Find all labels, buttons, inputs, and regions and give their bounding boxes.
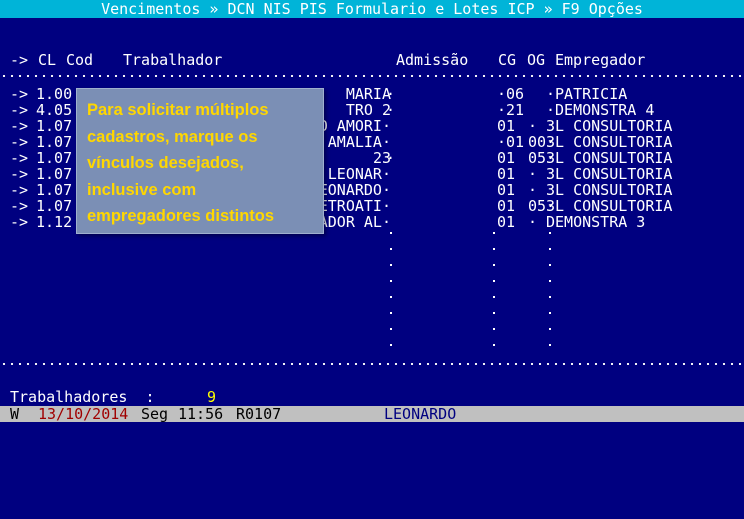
row-trabalhador: EONARDO· [318, 181, 391, 199]
row-trabalhador: ETROATI· [318, 197, 391, 215]
status-weekday: Seg [141, 405, 169, 423]
header-cod: Cod [66, 51, 94, 69]
separator-dot [493, 248, 495, 250]
row-arrow: -> [10, 101, 29, 119]
row-admissao: · [386, 101, 396, 119]
row-trabalhador: ADOR AL· [318, 213, 391, 231]
separator-dot [390, 312, 392, 314]
separator-dot [493, 264, 495, 266]
row-og: · [528, 181, 538, 199]
row-cg: 01 [497, 149, 516, 167]
row-arrow: -> [10, 197, 29, 215]
status-user: LEONARDO [384, 405, 457, 423]
row-arrow: -> [10, 165, 29, 183]
row-og: · [528, 213, 538, 231]
row-cg: 01 [497, 197, 516, 215]
row-cod: 1.07 [36, 133, 73, 151]
header-admissao: Admissão [396, 51, 469, 69]
status-bar: W 13/10/2014 Seg 11:56 R0107 LEONARDO [0, 406, 744, 422]
window-title: Vencimentos » DCN NIS PIS Formulario e L… [0, 0, 744, 18]
separator-dot [390, 232, 392, 234]
row-empregador: 3L CONSULTORIA [546, 133, 673, 151]
header-divider [0, 75, 744, 77]
row-empregador: ·DEMONSTRA 4 [546, 101, 655, 119]
row-arrow: -> [10, 149, 29, 167]
separator-dot [549, 344, 551, 346]
workers-count-value: 9 [207, 388, 217, 406]
row-cg: ·21 [497, 101, 525, 119]
separator-dot [549, 328, 551, 330]
row-arrow: -> [10, 85, 29, 103]
row-trabalhador: TRO 2 [345, 101, 391, 119]
row-admissao: · [386, 85, 396, 103]
row-cod: 4.05 [36, 101, 73, 119]
row-cod: 1.07 [36, 149, 73, 167]
row-arrow: -> [10, 117, 29, 135]
header-cg: CG [498, 51, 517, 69]
header-trabalhador: Trabalhador [123, 51, 223, 69]
separator-dot [549, 280, 551, 282]
separator-dot [493, 312, 495, 314]
row-empregador: DEMONSTRA 3 [546, 213, 646, 231]
status-code: R0107 [236, 405, 282, 423]
header-empregador: Empregador [555, 51, 646, 69]
row-cg: ·01 [497, 133, 525, 151]
row-cg: 01 [497, 213, 516, 231]
separator-dot [390, 264, 392, 266]
separator-dot [549, 264, 551, 266]
row-cod: 1.07 [36, 181, 73, 199]
row-cod: 1.07 [36, 117, 73, 135]
separator-dot [493, 344, 495, 346]
row-trabalhador: LEONAR· [327, 165, 391, 183]
row-empregador: 3L CONSULTORIA [546, 117, 673, 135]
row-empregador: 3L CONSULTORIA [546, 197, 673, 215]
separator-dot [493, 296, 495, 298]
separator-dot [390, 328, 392, 330]
row-cg: 01 [497, 181, 516, 199]
row-cod: 1.12 [36, 213, 73, 231]
separator-dot [390, 296, 392, 298]
row-trabalhador: O AMORI· [318, 117, 391, 135]
separator-dot [390, 280, 392, 282]
row-cod: 1.07 [36, 165, 73, 183]
row-cg: ·06 [497, 85, 525, 103]
separator-dot [549, 296, 551, 298]
separator-dot [549, 232, 551, 234]
row-og: · [528, 117, 538, 135]
row-arrow: -> [10, 213, 29, 231]
row-og: · [528, 165, 538, 183]
list-bottom-divider [0, 363, 744, 365]
separator-dot [493, 328, 495, 330]
row-trabalhador: AMALIA· [327, 133, 391, 151]
row-cg: 01 [497, 117, 516, 135]
help-tooltip: Para solicitar múltiplos cadastros, marq… [76, 88, 324, 234]
row-arrow: -> [10, 181, 29, 199]
row-empregador: 3L CONSULTORIA [546, 181, 673, 199]
header-og: OG [527, 51, 546, 69]
separator-dot [493, 232, 495, 234]
separator-dot [549, 312, 551, 314]
row-arrow: -> [10, 133, 29, 151]
separator-dot [493, 280, 495, 282]
row-cod: 1.00 [36, 85, 73, 103]
row-cod: 1.07 [36, 197, 73, 215]
row-empregador: 3L CONSULTORIA [546, 165, 673, 183]
separator-dot [549, 248, 551, 250]
status-mode: W [10, 405, 20, 423]
workers-count-label: Trabalhadores : [10, 388, 155, 406]
header-cl: CL [38, 51, 57, 69]
status-date: 13/10/2014 [38, 405, 129, 423]
header-arrow: -> [10, 51, 29, 69]
row-cg: 01 [497, 165, 516, 183]
status-time: 11:56 [178, 405, 224, 423]
row-empregador: 3L CONSULTORIA [546, 149, 673, 167]
row-trabalhador: MARIA [345, 85, 391, 103]
separator-dot [390, 344, 392, 346]
row-admissao: · [386, 149, 396, 167]
separator-dot [390, 248, 392, 250]
row-empregador: ·PATRICIA [546, 85, 628, 103]
